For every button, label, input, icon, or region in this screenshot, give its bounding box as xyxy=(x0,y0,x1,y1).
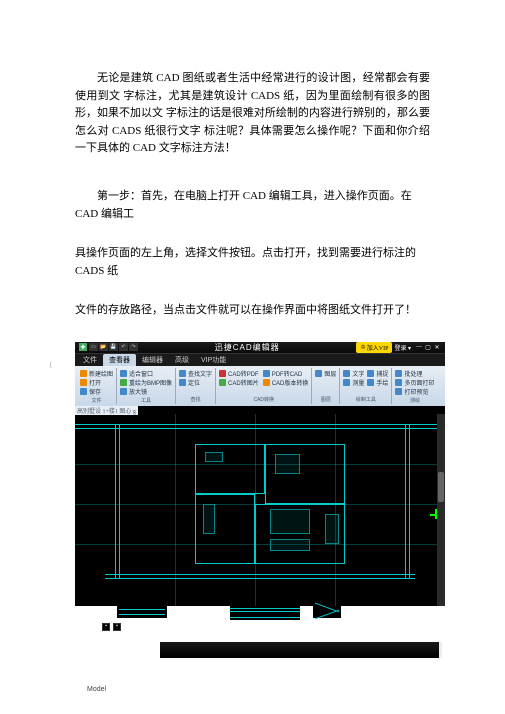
hand-icon xyxy=(367,379,374,386)
qat-new-icon[interactable]: ▭ xyxy=(89,343,98,351)
fragment-icon-2: ▪ xyxy=(113,623,121,631)
qat-open-icon[interactable]: 📂 xyxy=(99,343,108,351)
vip-button[interactable]: ♔加入VIP xyxy=(356,342,392,353)
vip-label: 加入VIP xyxy=(367,343,389,352)
floorplan xyxy=(195,444,345,564)
ribbon: 新建绘图 打开 保存 文件 适合窗口 重绘为BMP图像 放大镜 工具 查找文字 … xyxy=(75,366,445,406)
scroll-thumb[interactable] xyxy=(438,472,444,502)
new-icon xyxy=(80,370,87,377)
text-icon xyxy=(343,370,350,377)
vertical-scrollbar[interactable] xyxy=(437,414,445,606)
screenshot-fragments: ▪ ▪ Model xyxy=(75,606,430,701)
ribbon-cad2pdf[interactable]: CAD转PDF xyxy=(219,369,259,378)
minimize-icon[interactable]: ― xyxy=(415,343,423,351)
ribbon-group-annot: 文字 测量 捕捉 手绘 绘制工具 xyxy=(340,368,392,404)
app-title: 迅捷CAD编辑器 xyxy=(215,342,280,353)
ribbon-layer[interactable]: 图层 xyxy=(315,369,336,378)
app-icon: ✚ xyxy=(79,343,87,351)
layer-icon xyxy=(315,370,322,377)
ribbon-snap[interactable]: 捕捉 xyxy=(367,369,388,378)
login-button[interactable]: 登录 ▾ xyxy=(394,343,411,352)
ribbon-fit[interactable]: 适合窗口 xyxy=(120,369,172,378)
close-icon[interactable]: ✕ xyxy=(433,343,441,351)
snap-icon xyxy=(367,370,374,377)
tab-vip[interactable]: VIP功能 xyxy=(195,354,232,366)
ribbon-batch[interactable]: 批处理 xyxy=(395,369,434,378)
group-label-annot: 绘制工具 xyxy=(343,396,388,403)
fit-icon xyxy=(120,370,127,377)
ribbon-cadver[interactable]: CAD版本转换 xyxy=(263,378,309,387)
ribbon-group-batch: 批处理 多页面打印 打印预览 测绘 xyxy=(392,368,437,404)
find-icon xyxy=(179,370,186,377)
img-icon xyxy=(219,379,226,386)
ribbon-group-convert: CAD转PDF CAD转图片 PDF转CAD CAD版本转换 CAD转换 xyxy=(216,368,312,404)
tab-file[interactable]: 文件 xyxy=(77,354,103,366)
ribbon-group-layer: 图层 图层 xyxy=(312,368,340,404)
ribbon-measure[interactable]: 测量 xyxy=(343,378,364,387)
drawing-content xyxy=(75,414,445,606)
app-window: ✚ ▭ 📂 💾 ↶ ↷ 迅捷CAD编辑器 ♔加入VIP 登录 ▾ ― ▢ ✕ xyxy=(75,342,445,606)
quick-access-toolbar: ▭ 📂 💾 ↶ ↷ xyxy=(89,343,138,351)
cad-screenshot: ✚ ▭ 📂 💾 ↶ ↷ 迅捷CAD编辑器 ♔加入VIP 登录 ▾ ― ▢ ✕ xyxy=(75,342,445,606)
ribbon-cad2img[interactable]: CAD转图片 xyxy=(219,378,259,387)
ribbon-pdf2cad[interactable]: PDF转CAD xyxy=(263,369,309,378)
ribbon-locate[interactable]: 定位 xyxy=(179,378,212,387)
group-label-tools: 工具 xyxy=(120,397,172,404)
group-label-file: 文件 xyxy=(80,397,113,404)
ribbon-text[interactable]: 文字 xyxy=(343,369,364,378)
group-label-batch: 测绘 xyxy=(395,397,434,404)
ribbon-group-tools: 适合窗口 重绘为BMP图像 放大镜 工具 xyxy=(117,368,176,404)
side-marker: （ xyxy=(45,360,52,370)
group-label-layer: 图层 xyxy=(315,396,336,403)
print-icon xyxy=(395,379,402,386)
magnify-icon xyxy=(120,388,127,395)
drawing-canvas[interactable]: 高别墅设 1+楼1 图心 g xyxy=(75,406,445,606)
titlebar: ✚ ▭ 📂 💾 ↶ ↷ 迅捷CAD编辑器 ♔加入VIP 登录 ▾ ― ▢ ✕ xyxy=(75,342,445,354)
group-label-find: 查找 xyxy=(179,396,212,403)
locate-icon xyxy=(179,379,186,386)
ribbon-group-find: 查找文字 定位 查找 xyxy=(176,368,216,404)
group-label-convert: CAD转换 xyxy=(219,396,308,403)
pdf-icon xyxy=(219,370,226,377)
qat-undo-icon[interactable]: ↶ xyxy=(119,343,128,351)
statusbar-fragment xyxy=(160,642,440,658)
ribbon-bmp[interactable]: 重绘为BMP图像 xyxy=(120,378,172,387)
tab-advanced[interactable]: 高级 xyxy=(169,354,195,366)
ribbon-magnify[interactable]: 放大镜 xyxy=(120,387,172,396)
tab-viewer[interactable]: 查看器 xyxy=(103,354,136,366)
step1-line-a: 第一步：首先，在电脑上打开 CAD 编辑工具，进入操作页面。在 CAD 编辑工 xyxy=(30,188,475,223)
measure-icon xyxy=(343,379,350,386)
fragment-icon-1: ▪ xyxy=(102,623,110,631)
ribbon-multiprint[interactable]: 多页面打印 xyxy=(395,378,434,387)
qat-save-icon[interactable]: 💾 xyxy=(109,343,118,351)
intro-paragraph: 无论是建筑 CAD 图纸或者生活中经常进行的设计图，经常都会有要使用到文 字标注… xyxy=(30,70,475,158)
ver-icon xyxy=(263,379,270,386)
pdf2cad-icon xyxy=(263,370,270,377)
maximize-icon[interactable]: ▢ xyxy=(424,343,432,351)
step1-line-c: 文件的存放路径，当点击文件就可以在操作界面中将图纸文件打开了！ xyxy=(30,302,475,320)
ribbon-tabs: 文件 查看器 编辑器 高级 VIP功能 xyxy=(75,354,445,366)
ribbon-findtext[interactable]: 查找文字 xyxy=(179,369,212,378)
ribbon-open[interactable]: 打开 xyxy=(80,378,113,387)
crown-icon: ♔ xyxy=(360,344,365,351)
bmp-icon xyxy=(120,379,127,386)
drawing-caption: 高别墅设 1+楼1 图心 g xyxy=(75,406,138,415)
step1-line-b: 具操作页面的左上角，选择文件按钮。点击打开，找到需要进行标注的 CADS 纸 xyxy=(30,245,475,280)
save-icon xyxy=(80,388,87,395)
ribbon-new[interactable]: 新建绘图 xyxy=(80,369,113,378)
preview-icon xyxy=(395,388,402,395)
batch-icon xyxy=(395,370,402,377)
open-icon xyxy=(80,379,87,386)
qat-redo-icon[interactable]: ↷ xyxy=(129,343,138,351)
ribbon-hand[interactable]: 手绘 xyxy=(367,378,388,387)
model-tab[interactable]: Model xyxy=(87,686,106,693)
ribbon-save[interactable]: 保存 xyxy=(80,387,113,396)
ribbon-group-file: 新建绘图 打开 保存 文件 xyxy=(77,368,117,404)
ribbon-preview[interactable]: 打印预览 xyxy=(395,387,434,396)
tab-editor[interactable]: 编辑器 xyxy=(136,354,169,366)
